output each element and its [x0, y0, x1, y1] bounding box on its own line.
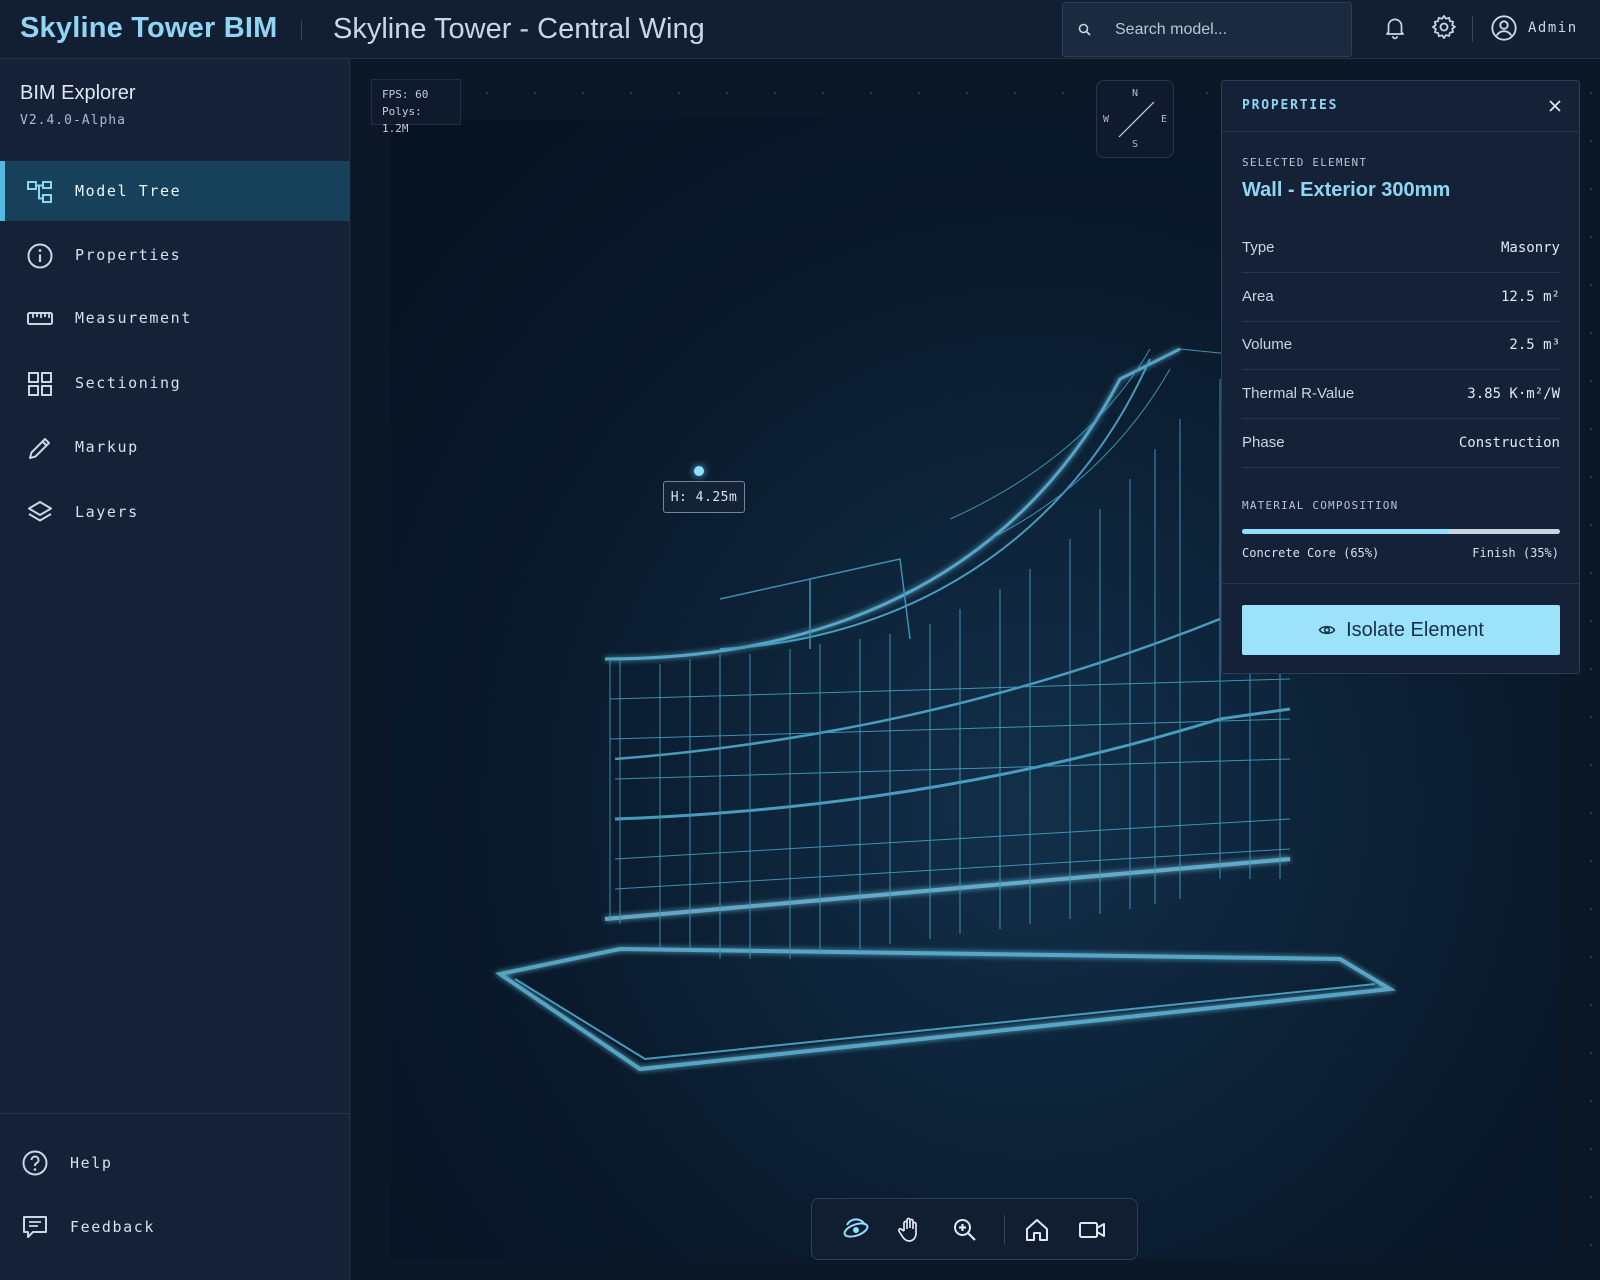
ruler-icon	[27, 312, 53, 325]
properties-header: PROPERTIES	[1222, 81, 1579, 132]
header-divider	[301, 20, 302, 40]
sidebar-title: BIM Explorer	[20, 82, 136, 104]
sidebar-item-label: Model Tree	[75, 182, 182, 200]
home-view-button[interactable]	[1021, 1214, 1053, 1246]
version-label: V2.4.0-Alpha	[20, 113, 126, 128]
polys-readout: Polys: 1.2M	[382, 105, 422, 135]
compass[interactable]: N S E W	[1096, 80, 1174, 158]
grid-icon	[28, 372, 52, 396]
material-composition-label: MATERIAL COMPOSITION	[1242, 499, 1399, 512]
isolate-element-button[interactable]: Isolate Element	[1242, 605, 1560, 655]
project-title: Skyline Tower - Central Wing	[333, 13, 705, 45]
material-composition-fill	[1242, 529, 1449, 534]
property-row: Thermal R-Value 3.85 K·m²/W	[1242, 370, 1560, 419]
brand-title: Skyline Tower BIM	[20, 12, 278, 44]
toolbar-separator	[1004, 1215, 1005, 1245]
selected-element-name: Wall - Exterior 300mm	[1242, 179, 1451, 201]
notifications-button[interactable]	[1380, 12, 1410, 42]
sidebar-item-label: Layers	[75, 503, 139, 521]
fps-readout: FPS: 60	[382, 88, 429, 101]
sidebar-item-model-tree[interactable]: Model Tree	[0, 161, 350, 221]
gear-icon	[1432, 15, 1456, 39]
measurement-marker[interactable]	[694, 466, 704, 476]
search-box[interactable]	[1062, 2, 1352, 57]
close-icon	[1549, 100, 1561, 112]
property-key: Type	[1242, 239, 1275, 256]
property-value: 12.5 m²	[1500, 289, 1560, 305]
property-row: Phase Construction	[1242, 419, 1560, 468]
zoom-icon	[954, 1219, 976, 1241]
sidebar-item-layers[interactable]: Layers	[0, 482, 350, 542]
eye-icon	[1318, 625, 1336, 635]
sidebar-item-label: Help	[70, 1154, 113, 1172]
user-menu[interactable]: Admin	[1490, 14, 1578, 42]
sidebar: BIM Explorer V2.4.0-Alpha Model Tree Pro…	[0, 59, 350, 1280]
performance-hud: FPS: 60 Polys: 1.2M	[371, 79, 461, 135]
property-key: Volume	[1242, 336, 1293, 353]
pan-hand-icon	[897, 1217, 917, 1242]
sidebar-divider	[0, 1113, 350, 1114]
sidebar-item-feedback[interactable]: Feedback	[0, 1203, 350, 1253]
info-icon	[27, 243, 53, 269]
properties-separator	[1222, 583, 1579, 584]
zoom-button[interactable]	[949, 1214, 981, 1246]
view-toolbar	[811, 1198, 1138, 1260]
bell-icon	[1386, 18, 1404, 40]
user-name: Admin	[1528, 20, 1578, 36]
close-button[interactable]	[1543, 94, 1567, 118]
measurement-label: H: 4.25m	[663, 481, 745, 513]
orbit-icon	[843, 1218, 869, 1238]
property-value: Masonry	[1500, 240, 1560, 256]
selected-element-label: SELECTED ELEMENT	[1242, 156, 1368, 169]
sidebar-item-sectioning[interactable]: Sectioning	[0, 353, 350, 413]
sidebar-item-properties[interactable]: Properties	[0, 225, 350, 285]
material-right-label: Finish (35%)	[1472, 546, 1559, 560]
camera-icon	[1079, 1222, 1105, 1238]
sidebar-item-measurement[interactable]: Measurement	[0, 288, 350, 348]
pencil-icon	[29, 438, 50, 459]
model-tree-icon	[27, 181, 52, 203]
property-row: Type Masonry	[1242, 224, 1560, 273]
sidebar-item-markup[interactable]: Markup	[0, 417, 350, 477]
search-input[interactable]	[1115, 15, 1340, 45]
feedback-icon	[23, 1216, 47, 1238]
property-value: Construction	[1458, 435, 1560, 451]
property-key: Area	[1242, 288, 1274, 305]
property-row: Volume 2.5 m³	[1242, 321, 1560, 370]
sidebar-item-label: Sectioning	[75, 374, 182, 392]
help-icon	[22, 1150, 48, 1176]
property-value: 3.85 K·m²/W	[1467, 386, 1560, 402]
property-key: Thermal R-Value	[1242, 385, 1355, 402]
property-row: Area 12.5 m²	[1242, 273, 1560, 322]
properties-title: PROPERTIES	[1242, 98, 1339, 113]
layers-icon	[28, 501, 52, 522]
isolate-element-label: Isolate Element	[1346, 618, 1484, 641]
property-key: Phase	[1242, 434, 1285, 451]
camera-button[interactable]	[1076, 1214, 1108, 1246]
pan-button[interactable]	[894, 1214, 926, 1246]
header-separator	[1472, 16, 1473, 42]
app-header: Skyline Tower BIM Skyline Tower - Centra…	[0, 0, 1600, 59]
material-left-label: Concrete Core (65%)	[1242, 546, 1380, 560]
sidebar-item-label: Feedback	[70, 1218, 156, 1236]
home-icon	[1026, 1219, 1048, 1241]
sidebar-item-label: Markup	[75, 438, 139, 456]
user-avatar-icon	[1491, 15, 1517, 41]
properties-panel: PROPERTIES SELECTED ELEMENT Wall - Exter…	[1221, 80, 1580, 674]
sidebar-item-label: Properties	[75, 246, 182, 264]
property-value: 2.5 m³	[1509, 337, 1560, 353]
sidebar-item-help[interactable]: Help	[0, 1139, 350, 1189]
settings-button[interactable]	[1429, 12, 1459, 42]
search-icon	[1078, 23, 1091, 36]
material-composition-bar	[1242, 529, 1560, 534]
orbit-button[interactable]	[840, 1214, 872, 1246]
compass-needle-icon	[1118, 101, 1155, 138]
sidebar-item-label: Measurement	[75, 309, 192, 327]
